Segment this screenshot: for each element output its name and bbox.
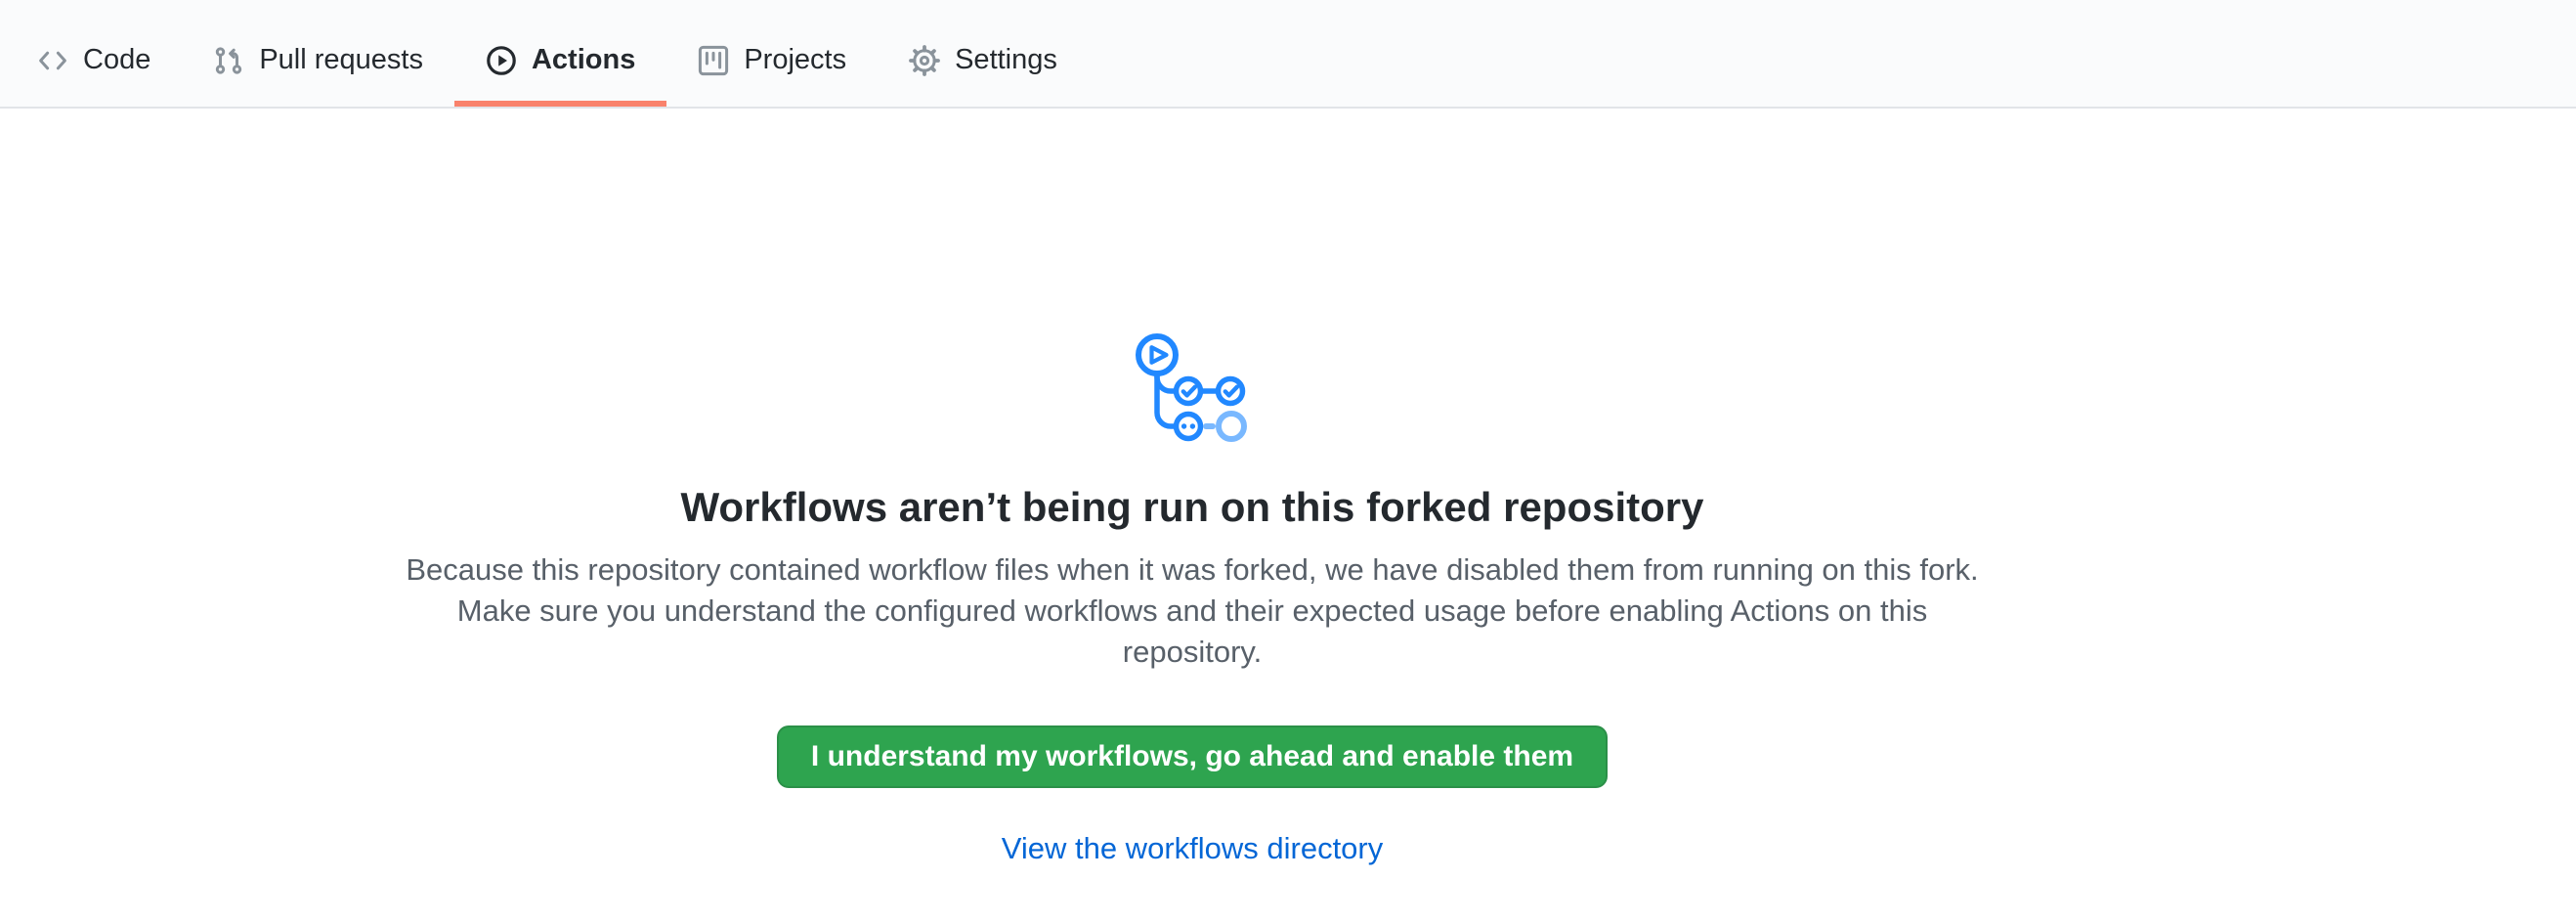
enable-workflows-button[interactable]: I understand my workflows, go ahead and … <box>777 725 1608 788</box>
gear-icon <box>909 45 940 76</box>
tab-label: Code <box>83 46 150 74</box>
view-workflows-directory-link[interactable]: View the workflows directory <box>1002 831 1384 866</box>
play-icon <box>486 45 517 76</box>
git-pull-request-icon <box>213 45 244 76</box>
tab-label: Projects <box>744 46 846 74</box>
tab-code[interactable]: Code <box>6 0 182 107</box>
tab-settings[interactable]: Settings <box>878 0 1089 107</box>
tab-label: Actions <box>532 46 635 74</box>
tab-projects[interactable]: Projects <box>666 0 878 107</box>
tab-pull-requests[interactable]: Pull requests <box>182 0 454 107</box>
tab-label: Pull requests <box>259 46 423 74</box>
repo-tab-bar: Code Pull requests Actions <box>0 0 2576 109</box>
blankslate-description: Because this repository contained workfl… <box>391 549 1994 673</box>
blankslate-heading: Workflows aren’t being run on this forke… <box>680 483 1703 532</box>
tab-actions[interactable]: Actions <box>454 0 666 107</box>
tab-label: Settings <box>955 46 1057 74</box>
code-icon <box>37 45 68 76</box>
actions-blankslate: Workflows aren’t being run on this forke… <box>0 109 2576 866</box>
workflow-illustration-icon <box>1133 330 1252 444</box>
project-icon <box>698 45 729 76</box>
